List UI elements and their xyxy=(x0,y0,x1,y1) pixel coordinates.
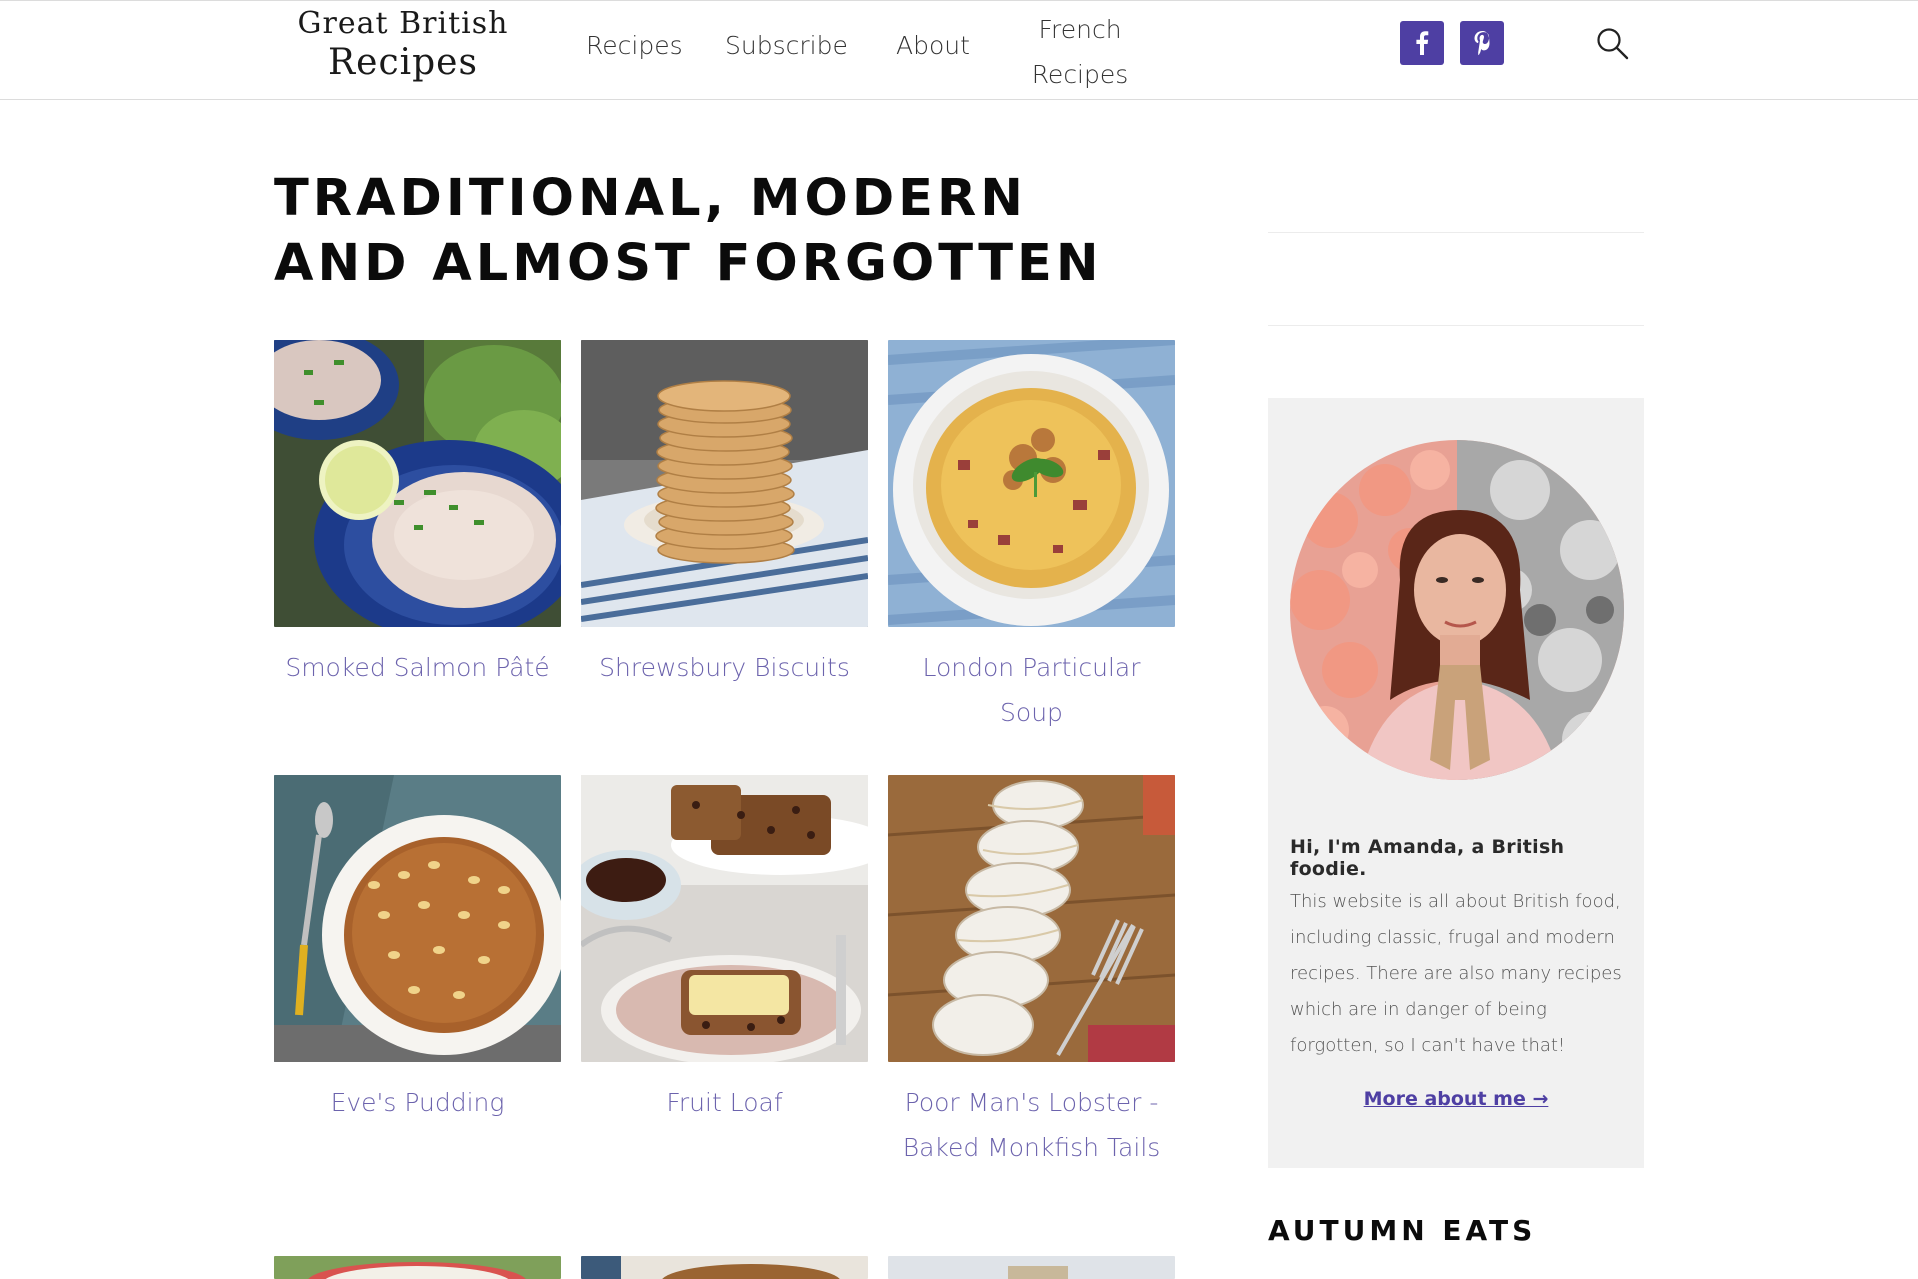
nav-about[interactable]: About xyxy=(893,31,973,60)
sidebar-divider xyxy=(1268,325,1644,326)
recipe-image-fruit-loaf[interactable] xyxy=(581,775,868,1062)
recipe-card[interactable] xyxy=(888,1256,1175,1279)
search-icon xyxy=(1597,28,1629,60)
site-logo[interactable]: Great British Recipes xyxy=(278,7,528,85)
nav-french-recipes[interactable]: French Recipes xyxy=(1030,7,1130,97)
search-button[interactable] xyxy=(1596,27,1636,67)
facebook-icon xyxy=(1416,31,1429,55)
recipe-image-smoked-salmon-pate[interactable] xyxy=(274,340,561,627)
page-title: TRADITIONAL, MODERN AND ALMOST FORGOTTEN xyxy=(274,169,1103,293)
site-header: Great British Recipes Recipes Subscribe … xyxy=(0,0,1918,100)
pinterest-icon xyxy=(1474,31,1490,56)
recipe-title[interactable]: London Particular Soup xyxy=(888,645,1175,735)
recipe-card[interactable]: Shrewsbury Biscuits xyxy=(581,340,868,690)
recipe-image-london-particular-soup[interactable] xyxy=(888,340,1175,627)
recipe-card[interactable]: Poor Man's Lobster - Baked Monkfish Tail… xyxy=(888,775,1175,1170)
about-widget: Hi, I'm Amanda, a British foodie. This w… xyxy=(1268,398,1644,1168)
recipe-image-partial[interactable] xyxy=(581,1256,868,1279)
recipe-card[interactable] xyxy=(581,1256,868,1279)
recipe-title[interactable]: Fruit Loaf xyxy=(581,1080,868,1125)
recipe-image-poor-mans-lobster[interactable] xyxy=(888,775,1175,1062)
recipe-image-shrewsbury-biscuits[interactable] xyxy=(581,340,868,627)
facebook-button[interactable] xyxy=(1400,21,1444,65)
recipe-image-partial[interactable] xyxy=(274,1256,561,1279)
recipe-title[interactable]: Shrewsbury Biscuits xyxy=(581,645,868,690)
recipe-title[interactable]: Poor Man's Lobster - Baked Monkfish Tail… xyxy=(888,1080,1175,1170)
recipe-card[interactable]: London Particular Soup xyxy=(888,340,1175,735)
nav-subscribe[interactable]: Subscribe xyxy=(725,31,848,60)
recipe-card[interactable]: Eve's Pudding xyxy=(274,775,561,1125)
recipe-title[interactable]: Eve's Pudding xyxy=(274,1080,561,1125)
recipe-image-partial[interactable] xyxy=(888,1256,1175,1279)
about-heading: Hi, I'm Amanda, a British foodie. xyxy=(1290,836,1565,880)
recipe-card[interactable] xyxy=(274,1256,561,1279)
pinterest-button[interactable] xyxy=(1460,21,1504,65)
logo-line1: Great British xyxy=(297,6,509,41)
author-avatar xyxy=(1290,440,1624,780)
sidebar-divider xyxy=(1268,232,1644,233)
recipe-image-eves-pudding[interactable] xyxy=(274,775,561,1062)
more-about-me-link[interactable]: More about me → xyxy=(1268,1088,1644,1110)
recipe-card[interactable]: Smoked Salmon Pâté xyxy=(274,340,561,690)
recipe-card[interactable]: Fruit Loaf xyxy=(581,775,868,1125)
sidebar-section-heading: AUTUMN EATS xyxy=(1268,1214,1537,1247)
logo-line2: Recipes xyxy=(328,42,478,83)
about-text: This website is all about British food, … xyxy=(1290,891,1622,1056)
nav-recipes[interactable]: Recipes xyxy=(586,31,683,60)
recipe-title[interactable]: Smoked Salmon Pâté xyxy=(274,645,561,690)
